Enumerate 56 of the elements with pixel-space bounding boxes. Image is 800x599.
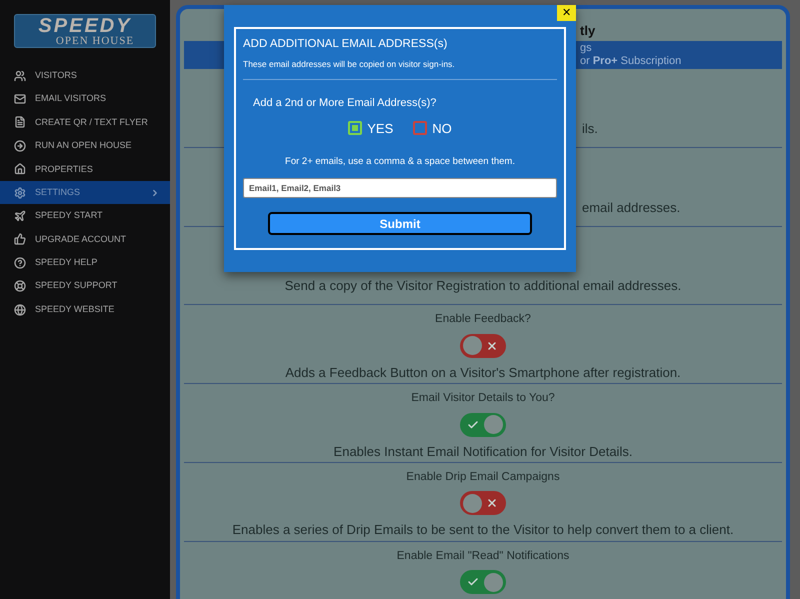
setting-description: Enables a series of Drip Emails to be sent to the Visitor to help convert them to a client. xyxy=(232,521,734,540)
banner-text: gs xyxy=(580,42,593,55)
envelope-icon xyxy=(14,93,26,106)
sidebar-item[interactable]: SPEEDY SUPPORT xyxy=(0,274,170,298)
toggle-switch[interactable] xyxy=(460,334,506,358)
gear-icon xyxy=(14,186,26,199)
sidebar-item[interactable]: RUN AN OPEN HOUSE xyxy=(0,134,170,158)
users-icon xyxy=(14,70,26,82)
logo[interactable]: SPEEDY OPEN HOUSE xyxy=(14,14,156,48)
sidebar-item[interactable]: EMAIL VISITORS xyxy=(0,87,170,111)
setting-description: Adds a Feedback Button on a Visitor's Smartphone after registration. xyxy=(285,364,681,382)
question-text: Add a 2nd or More Email Address(s)? xyxy=(253,96,438,111)
radio-option[interactable]: NO xyxy=(413,118,452,138)
sidebar-item[interactable]: VISITORS xyxy=(0,64,170,88)
setting-description: Send a copy of the Visitor Registration to additional email addresses. xyxy=(284,278,682,294)
toggle-switch[interactable] xyxy=(460,412,506,437)
setting-description: email addresses. xyxy=(582,200,680,215)
plane-icon xyxy=(14,210,26,222)
toggle-switch[interactable] xyxy=(460,491,506,516)
sidebar-item[interactable]: PROPERTIES xyxy=(0,158,170,181)
banner-text: or Pro+ Subscription xyxy=(580,54,682,68)
cross-icon xyxy=(486,340,498,352)
radio-box[interactable] xyxy=(348,121,362,136)
setting-label: Enable Drip Email Campaigns xyxy=(406,470,560,486)
house-icon xyxy=(14,163,26,176)
setting-label: Email Visitor Details to You? xyxy=(411,391,555,406)
sidebar-item[interactable]: SPEEDY HELP xyxy=(0,251,170,275)
thumbs-up-icon xyxy=(14,233,26,246)
sidebar-item[interactable]: UPGRADE ACCOUNT xyxy=(0,228,170,252)
cross-icon xyxy=(486,497,498,510)
radio-box[interactable] xyxy=(413,121,428,136)
document-icon xyxy=(14,116,26,128)
sidebar-item[interactable]: CREATE QR / TEXT FLYER xyxy=(0,110,170,134)
sidebar-item[interactable]: SPEEDY WEBSITE xyxy=(0,298,170,322)
panel-heading: tly xyxy=(580,22,596,40)
setting-description: Enables Instant Email Notification for Visitor Details. xyxy=(334,442,632,461)
close-button[interactable]: ✕ xyxy=(557,5,576,21)
toggle-switch[interactable] xyxy=(460,570,506,594)
modal-subtitle: These email addresses will be copied on visitor sign-ins. xyxy=(243,58,456,71)
logo-subtitle: OPEN HOUSE xyxy=(56,36,134,46)
sidebar-item[interactable]: SETTINGS xyxy=(0,180,170,204)
help-icon xyxy=(14,256,26,269)
chevron-icon xyxy=(150,188,160,198)
setting-label: Enable Feedback? xyxy=(435,312,531,328)
check-icon xyxy=(467,418,479,431)
radio-option[interactable]: YES xyxy=(348,118,394,138)
setting-description: ils. xyxy=(582,120,598,136)
email-input[interactable]: Email1, Email2, Email3 xyxy=(243,178,557,198)
arrow-circle-icon xyxy=(14,140,26,152)
globe-icon xyxy=(14,304,26,316)
modal-title: ADD ADDITIONAL EMAIL ADDRESS(s) xyxy=(243,37,448,52)
logo-title: SPEEDY xyxy=(38,16,132,36)
setting-label: Enable Email "Read" Notifications xyxy=(396,549,570,564)
hint-text: For 2+ emails, use a comma & a space between them. xyxy=(284,155,516,169)
lifebuoy-icon xyxy=(14,280,26,292)
sidebar-item[interactable]: SPEEDY START xyxy=(0,204,170,228)
